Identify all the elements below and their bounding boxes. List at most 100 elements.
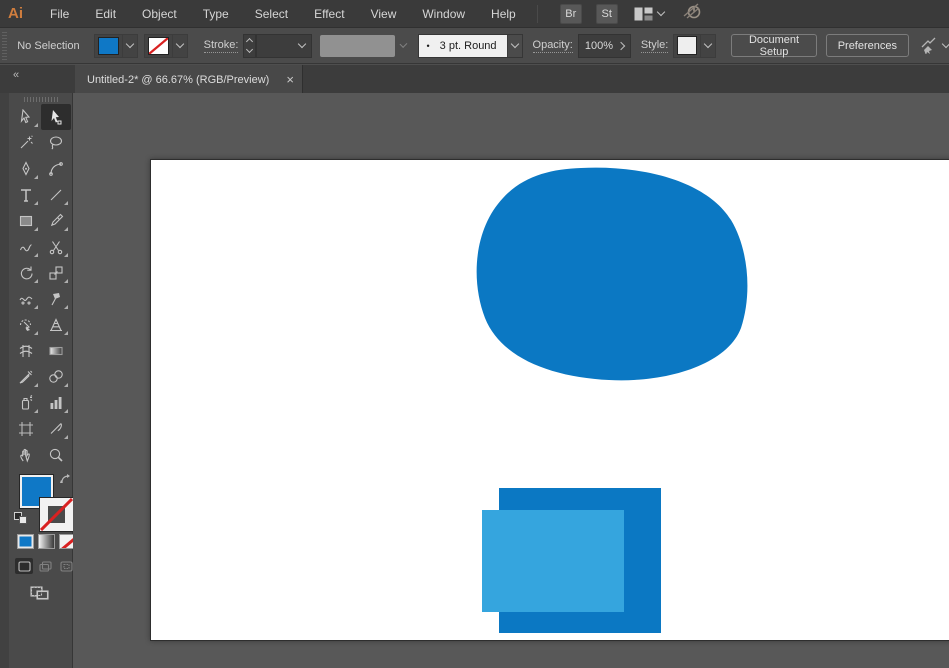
menu-help[interactable]: Help — [478, 0, 529, 28]
chevron-down-icon — [656, 8, 664, 16]
workspace-layout-control[interactable] — [634, 7, 664, 21]
workspace-icon — [919, 37, 939, 54]
style-label[interactable]: Style: — [641, 39, 669, 53]
style-swatch[interactable] — [677, 36, 697, 55]
stroke-color-dropdown[interactable] — [144, 34, 188, 58]
chevron-down-icon — [510, 40, 518, 48]
drawing-mode-buttons — [15, 558, 75, 574]
stroke-weight-label[interactable]: Stroke: — [204, 39, 239, 53]
front-rectangle-shape[interactable] — [482, 510, 624, 612]
workspace-switcher[interactable] — [919, 37, 949, 54]
menu-object[interactable]: Object — [129, 0, 190, 28]
selection-tool[interactable] — [11, 104, 41, 130]
scissors-tool[interactable] — [41, 234, 71, 260]
curvature-tool[interactable] — [41, 156, 71, 182]
chevron-down-icon — [125, 40, 133, 48]
opacity-value: 100% — [585, 40, 613, 52]
color-type-buttons — [17, 534, 76, 549]
zoom-tool[interactable] — [41, 442, 71, 468]
change-screen-mode-button[interactable] — [28, 584, 52, 604]
document-setup-button[interactable]: Document Setup — [731, 34, 816, 57]
draw-behind-button[interactable] — [36, 558, 54, 574]
document-tab[interactable]: Untitled-2* @ 66.67% (RGB/Preview) × — [75, 65, 303, 94]
blend-tool[interactable] — [41, 364, 71, 390]
menu-edit[interactable]: Edit — [82, 0, 129, 28]
brush-dot-icon: • — [427, 41, 430, 51]
symbol-sprayer-tool[interactable] — [11, 390, 41, 416]
stock-button[interactable]: St — [596, 4, 618, 24]
opacity-label[interactable]: Opacity: — [533, 39, 573, 53]
swap-fill-stroke-icon[interactable] — [59, 473, 73, 491]
chevron-down-icon — [704, 40, 712, 48]
panel-drag-grip[interactable] — [24, 97, 58, 102]
blob-shape[interactable] — [477, 168, 748, 381]
perspective-grid-tool[interactable] — [41, 312, 71, 338]
gpu-performance-icon[interactable] — [682, 2, 702, 25]
scale-tool[interactable] — [41, 260, 71, 286]
menu-type[interactable]: Type — [190, 0, 242, 28]
width-tool[interactable] — [11, 286, 41, 312]
selection-status: No Selection — [17, 40, 79, 52]
menu-file[interactable]: File — [37, 0, 82, 28]
chevron-right-icon[interactable] — [617, 41, 625, 49]
gradient-button[interactable] — [38, 534, 55, 549]
magic-wand-tool[interactable] — [11, 130, 41, 156]
shape-builder-tool[interactable] — [11, 312, 41, 338]
shaper-tool[interactable] — [11, 234, 41, 260]
stroke-weight-dropdown[interactable] — [256, 34, 312, 58]
layout-grid-icon — [634, 7, 653, 21]
bridge-button[interactable]: Br — [560, 4, 582, 24]
artboard[interactable] — [150, 159, 949, 641]
chevron-down-icon — [175, 40, 183, 48]
close-tab-icon[interactable]: × — [286, 72, 294, 87]
fill-color-dropdown[interactable] — [94, 34, 138, 58]
menu-select[interactable]: Select — [242, 0, 301, 28]
brush-definition-dropdown[interactable]: • 3 pt. Round — [418, 34, 523, 58]
gradient-tool[interactable] — [41, 338, 71, 364]
fill-stroke-controls — [9, 468, 72, 576]
pen-tool[interactable] — [11, 156, 41, 182]
preferences-button[interactable]: Preferences — [826, 34, 909, 57]
menu-divider — [537, 5, 538, 23]
fill-color-swatch[interactable] — [98, 37, 119, 55]
stepper-up-icon[interactable] — [246, 38, 253, 45]
type-tool[interactable] — [11, 182, 41, 208]
eyedropper-tool[interactable] — [11, 364, 41, 390]
control-bar: No Selection Stroke: • 3 pt. Round Opaci… — [0, 28, 949, 64]
panel-grip[interactable] — [2, 32, 7, 60]
opacity-field[interactable]: 100% — [578, 34, 631, 58]
menu-view[interactable]: View — [358, 0, 410, 28]
stepper-down-icon[interactable] — [246, 46, 253, 53]
width-profile-dropdown-disabled — [320, 35, 395, 57]
menu-bar: Ai File Edit Object Type Select Effect V… — [0, 0, 949, 28]
direct-selection-tool[interactable] — [41, 104, 71, 130]
hand-tool[interactable] — [11, 442, 41, 468]
rotate-tool[interactable] — [11, 260, 41, 286]
lasso-tool[interactable] — [41, 130, 71, 156]
brush-name: 3 pt. Round — [440, 40, 497, 52]
style-dropdown[interactable] — [673, 34, 716, 58]
rectangle-tool[interactable] — [11, 208, 41, 234]
paintbrush-tool[interactable] — [41, 208, 71, 234]
chevron-down-icon — [399, 40, 407, 48]
slice-tool[interactable] — [41, 416, 71, 442]
stroke-swatch[interactable] — [40, 498, 73, 531]
artwork-layer — [151, 160, 949, 642]
canvas-pasteboard[interactable] — [73, 93, 949, 668]
line-segment-tool[interactable] — [41, 182, 71, 208]
draw-normal-button[interactable] — [15, 558, 33, 574]
stroke-none-swatch[interactable] — [148, 37, 169, 55]
color-button[interactable] — [17, 534, 34, 549]
menu-window[interactable]: Window — [409, 0, 478, 28]
collapse-dock-icon[interactable]: « — [13, 69, 18, 81]
chevron-down-icon — [298, 40, 306, 48]
menu-effect[interactable]: Effect — [301, 0, 357, 28]
puppet-warp-tool[interactable] — [41, 286, 71, 312]
default-fill-stroke-icon[interactable] — [14, 512, 28, 525]
stroke-weight-stepper[interactable] — [243, 34, 255, 58]
toolbar-dock — [0, 93, 73, 668]
mesh-tool[interactable] — [11, 338, 41, 364]
tab-bar: « Untitled-2* @ 66.67% (RGB/Preview) × — [0, 64, 949, 93]
column-graph-tool[interactable] — [41, 390, 71, 416]
artboard-tool[interactable] — [11, 416, 41, 442]
